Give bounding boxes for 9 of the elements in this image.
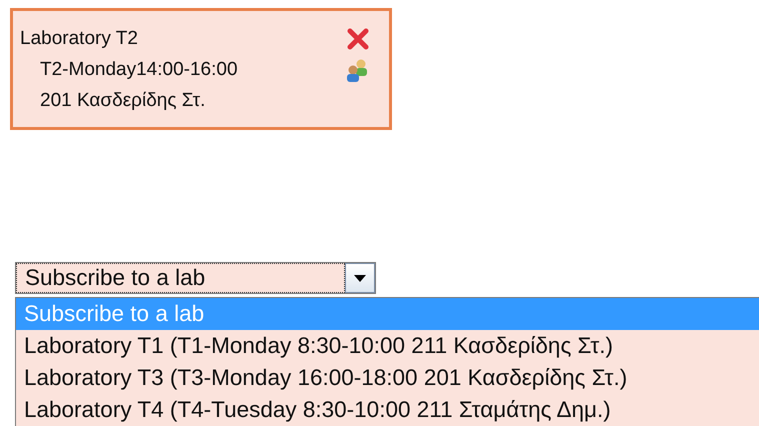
users-icon[interactable]: [345, 58, 369, 82]
lab-room: 201 Κασδερίδης Στ.: [40, 90, 206, 112]
dropdown-option[interactable]: Laboratory T4 (T4-Tuesday 8:30-10:00 211 Σταμάτης Δημ.): [16, 394, 759, 426]
delete-icon[interactable]: [347, 28, 369, 50]
dropdown-option[interactable]: Laboratory T3 (T3-Monday 16:00-18:00 201 Κασδερίδης Στ.): [16, 362, 759, 394]
dropdown-arrow-icon: [354, 274, 366, 282]
lab-schedule: T2-Monday14:00-16:00: [40, 58, 238, 80]
lab-title: Laboratory T2: [20, 28, 138, 50]
dropdown-option[interactable]: Laboratory T1 (T1-Monday 8:30-10:00 211 Κασδερίδης Στ.): [16, 330, 759, 362]
